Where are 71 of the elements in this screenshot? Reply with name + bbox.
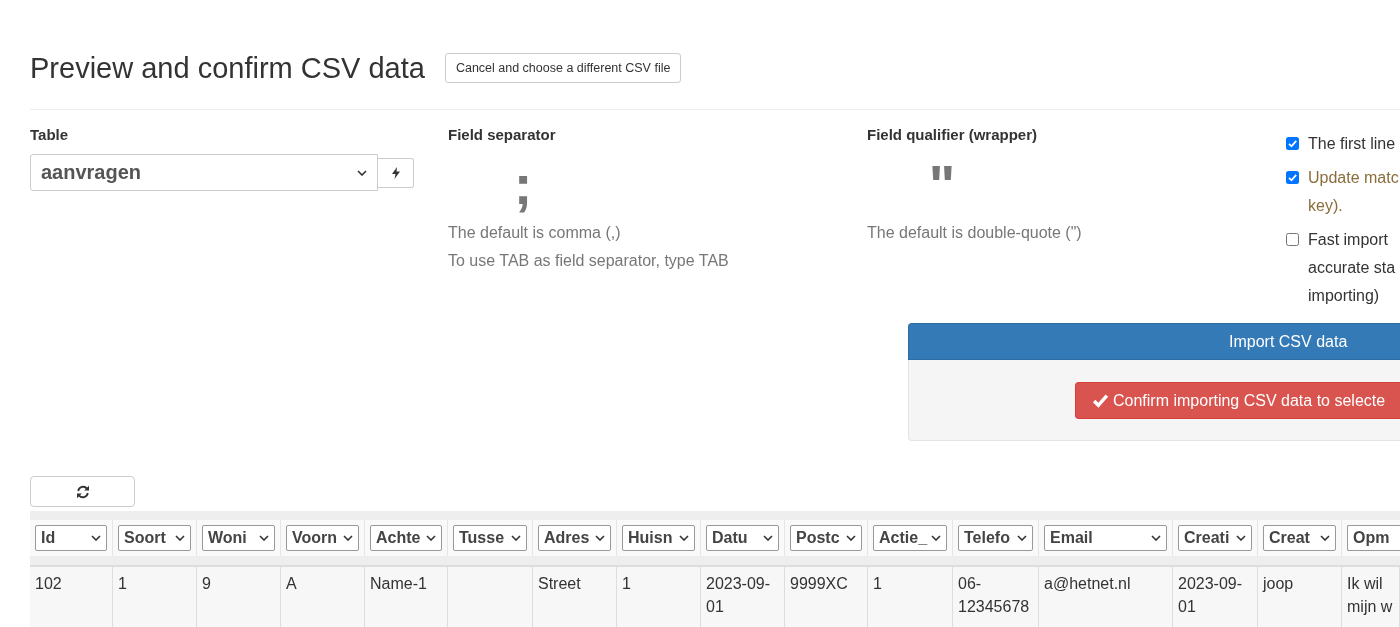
table-cell: 1 xyxy=(868,567,953,627)
chevron-icon xyxy=(1151,535,1161,541)
lightning-icon xyxy=(391,166,400,179)
column-select[interactable]: Postc xyxy=(790,525,862,551)
table-cell: Ik wil mijn w xyxy=(1342,567,1400,627)
checkbox[interactable] xyxy=(1286,233,1299,246)
option-label: The first line xyxy=(1308,134,1396,154)
table-cell: A xyxy=(281,567,365,627)
column-select[interactable]: Creati xyxy=(1178,525,1252,551)
hint-text: The default is comma (,) xyxy=(448,223,622,243)
table-select[interactable]: aanvragen xyxy=(30,154,378,191)
column-select[interactable]: Adres xyxy=(538,525,611,551)
table-cell: 1 xyxy=(617,567,701,627)
separator-field[interactable]: ; xyxy=(448,153,598,217)
table-cell: 102 xyxy=(30,567,113,627)
checkbox[interactable] xyxy=(1286,137,1299,150)
page-title: Preview and confirm CSV data xyxy=(30,51,425,85)
column-select[interactable]: Opm xyxy=(1347,525,1400,551)
column-select[interactable]: Woni xyxy=(202,525,275,551)
hint-text: The default is double-quote (") xyxy=(867,223,1083,243)
chevron-icon xyxy=(679,535,689,541)
chevron-icon xyxy=(931,535,941,541)
column-select[interactable]: Telefo xyxy=(958,525,1033,551)
option-label: Fast import accurate sta importing) xyxy=(1308,230,1396,306)
auto-button[interactable] xyxy=(378,157,414,188)
chevron-icon xyxy=(259,535,269,541)
chevron-icon xyxy=(91,535,101,541)
chevron-icon xyxy=(343,535,353,541)
column-select[interactable]: Id xyxy=(35,525,107,551)
table-cell: 1 xyxy=(113,567,197,627)
chevron-icon xyxy=(426,535,436,541)
chevron-icon xyxy=(1320,535,1330,541)
column-select[interactable]: Actie_ xyxy=(873,525,947,551)
chevron-icon xyxy=(1017,535,1027,541)
table-cell: 9 xyxy=(197,567,281,627)
table-cell: Name-1 xyxy=(365,567,448,627)
chevron-icon xyxy=(357,169,367,176)
import-button[interactable]: Import CSV data xyxy=(908,323,1400,360)
chevron-icon xyxy=(595,535,605,541)
column-select[interactable]: Soort xyxy=(118,525,191,551)
table-cell: 2023-09-01 xyxy=(701,567,785,627)
column-select[interactable]: Creat xyxy=(1263,525,1336,551)
chevron-icon xyxy=(511,535,521,541)
column-select[interactable]: Email xyxy=(1044,525,1167,551)
refresh-icon xyxy=(75,484,90,499)
cancel-button[interactable]: Cancel and choose a different CSV file xyxy=(444,53,682,83)
chevron-icon xyxy=(1236,535,1246,541)
table-cell: Street xyxy=(533,567,617,627)
table-cell: a@hetnet.nl xyxy=(1039,567,1173,627)
option-label: Update matc key). xyxy=(1308,168,1399,216)
qualifier-label: Field qualifier (wrapper) xyxy=(867,126,1039,144)
separator-label: Field separator xyxy=(448,126,557,144)
table-label: Table xyxy=(30,126,70,144)
column-select[interactable]: Achte xyxy=(370,525,442,551)
confirm-button[interactable]: Confirm importing CSV data to selecte xyxy=(1075,382,1400,419)
table-cell: 9999XC xyxy=(785,567,868,627)
check-icon xyxy=(1092,393,1109,408)
column-select[interactable]: Voorn xyxy=(286,525,359,551)
column-select[interactable]: Tusse xyxy=(453,525,527,551)
checkbox[interactable] xyxy=(1286,171,1299,184)
table-cell: 06-12345678 xyxy=(953,567,1039,627)
table-cell: joop xyxy=(1258,567,1342,627)
chevron-icon xyxy=(175,535,185,541)
qualifier-field[interactable]: " xyxy=(867,153,1017,217)
table-cell: 2023-09-01 xyxy=(1173,567,1258,627)
chevron-icon xyxy=(763,535,773,541)
refresh-button[interactable] xyxy=(30,476,135,507)
column-select[interactable]: Datu xyxy=(706,525,779,551)
chevron-icon xyxy=(846,535,856,541)
hint-text: To use TAB as field separator, type TAB xyxy=(448,251,730,271)
column-select[interactable]: Huisn xyxy=(622,525,695,551)
